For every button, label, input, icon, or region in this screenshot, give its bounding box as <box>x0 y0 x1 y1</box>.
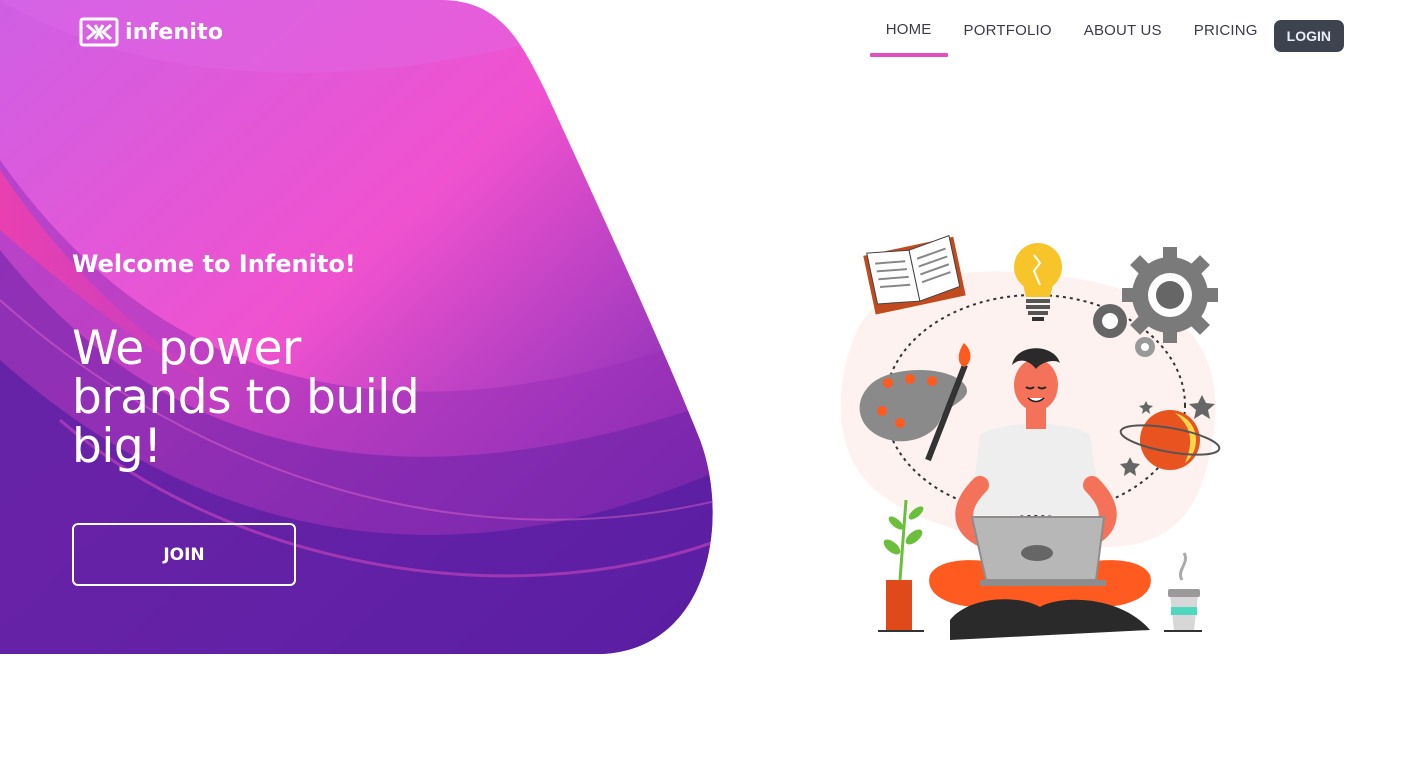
logo-icon <box>79 17 119 47</box>
welcome-heading: Welcome to Infenito! <box>72 250 356 278</box>
nav-item-about-us[interactable]: ABOUT US <box>1068 16 1178 58</box>
laptop-icon <box>970 516 1106 586</box>
hero-illustration <box>840 235 1221 640</box>
nav-item-home[interactable]: HOME <box>869 15 948 57</box>
nav-item-portfolio[interactable]: PORTFOLIO <box>948 16 1068 58</box>
main-nav: HOME PORTFOLIO ABOUT US PRICING LOGIN <box>869 15 1344 58</box>
nav-item-pricing[interactable]: PRICING <box>1178 16 1274 58</box>
plant-icon <box>878 499 924 632</box>
brand-name: infenito <box>125 19 224 45</box>
brand-logo[interactable]: infenito <box>79 17 223 47</box>
join-button[interactable]: JOIN <box>72 523 296 586</box>
hero-headline: We power brands to build big! <box>72 321 420 474</box>
coffee-cup-icon <box>1164 552 1202 632</box>
login-button[interactable]: LOGIN <box>1273 20 1344 52</box>
